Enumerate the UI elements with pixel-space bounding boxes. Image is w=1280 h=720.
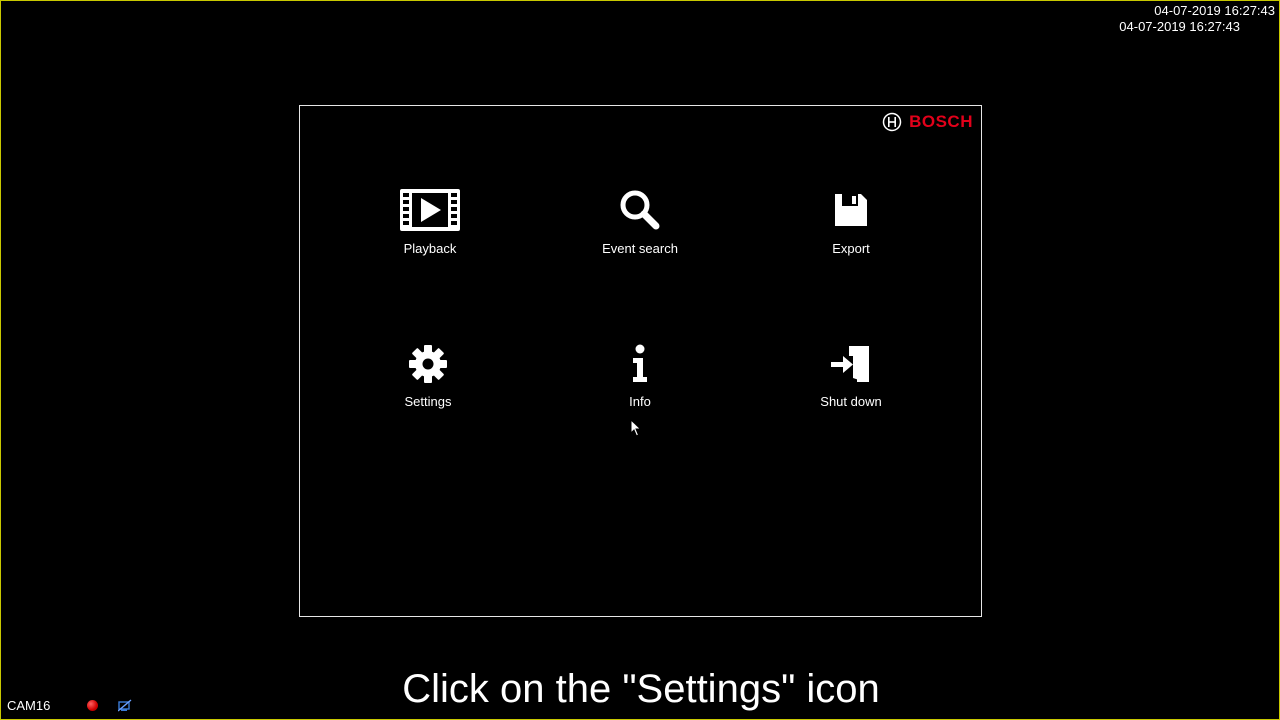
brand-name: BOSCH <box>909 112 973 131</box>
info-icon <box>608 340 672 388</box>
logout-door-icon <box>819 340 883 388</box>
floppy-disk-icon <box>819 186 883 234</box>
playback-button[interactable]: Playback <box>340 186 520 276</box>
playback-label: Playback <box>403 241 457 256</box>
timestamp-primary: 04-07-2019 16:27:43 <box>1154 3 1275 18</box>
event-search-label: Event search <box>602 241 678 256</box>
info-button[interactable]: Info <box>550 340 730 430</box>
bosch-armature-icon <box>882 112 902 132</box>
export-label: Export <box>832 241 870 256</box>
main-menu-panel: BOSCH Playback Event search Export Setti… <box>299 105 982 617</box>
timestamp-secondary: 04-07-2019 16:27:43 <box>1119 19 1240 34</box>
search-icon <box>608 186 672 234</box>
settings-label: Settings <box>404 394 452 409</box>
shut-down-label: Shut down <box>820 394 882 409</box>
brand-logo: BOSCH <box>882 112 973 132</box>
export-button[interactable]: Export <box>761 186 941 276</box>
network-disconnected-icon <box>118 699 132 712</box>
shut-down-button[interactable]: Shut down <box>761 340 941 430</box>
settings-button[interactable]: Settings <box>338 340 518 430</box>
info-label: Info <box>629 394 651 409</box>
gear-icon <box>396 340 460 388</box>
camera-label: CAM16 <box>7 698 51 713</box>
record-indicator-icon <box>87 700 98 711</box>
instruction-caption: Click on the "Settings" icon <box>402 667 880 711</box>
dvr-screen: 04-07-2019 16:27:43 04-07-2019 16:27:43 … <box>0 0 1280 720</box>
event-search-button[interactable]: Event search <box>550 186 730 276</box>
mouse-cursor-icon <box>630 419 642 437</box>
film-play-icon <box>398 186 462 234</box>
